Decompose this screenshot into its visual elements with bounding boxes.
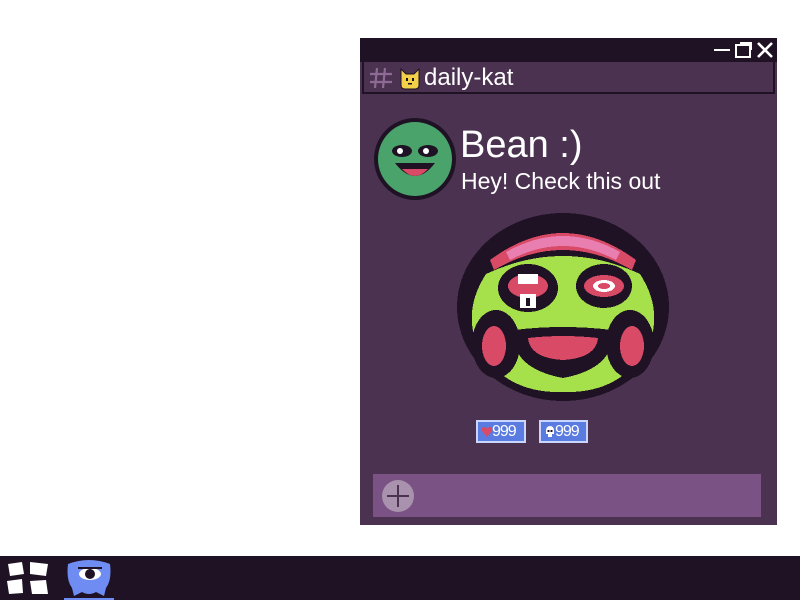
maximize-icon[interactable]	[733, 40, 753, 60]
reaction-skull[interactable]: 999	[539, 420, 588, 443]
minimize-icon[interactable]	[712, 40, 732, 60]
cat-icon	[400, 67, 420, 90]
start-menu-icon[interactable]	[4, 560, 52, 596]
close-icon[interactable]	[755, 40, 775, 60]
window-titlebar[interactable]	[360, 38, 777, 62]
green-smiley-avatar[interactable]	[373, 117, 457, 201]
plus-icon[interactable]	[381, 479, 415, 513]
message-input[interactable]	[421, 480, 755, 512]
desktop: daily-kat Bean :) Hey! Check this out 99…	[0, 0, 800, 600]
chat-window: daily-kat Bean :) Hey! Check this out 99…	[360, 38, 777, 525]
channel-name: daily-kat	[424, 64, 514, 91]
reaction-count: 999	[555, 423, 580, 440]
reaction-count: 999	[492, 423, 517, 440]
zombie-face-image[interactable]	[456, 212, 670, 402]
message-text: Hey! Check this out	[461, 168, 661, 194]
reaction-heart[interactable]: 999	[476, 420, 526, 443]
message-compose-bar	[373, 474, 761, 517]
taskbar	[0, 556, 800, 600]
chat-app-icon[interactable]	[64, 558, 114, 600]
hash-icon	[370, 67, 392, 89]
channel-header: daily-kat	[362, 62, 775, 94]
message-author[interactable]: Bean :)	[460, 124, 583, 166]
